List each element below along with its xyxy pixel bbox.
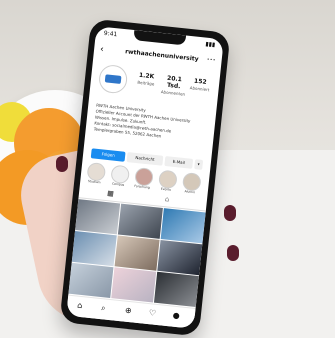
more-button: ▾	[194, 159, 204, 170]
post-grid	[68, 199, 206, 308]
profile-handle: rwthaachenuniversity	[124, 48, 199, 63]
post-tile	[114, 235, 160, 271]
search-icon: ⌕	[100, 303, 107, 313]
highlight-label: Studium	[87, 179, 101, 185]
highlight-label: Events	[160, 186, 172, 192]
post-tile	[75, 199, 121, 235]
nail	[224, 205, 236, 221]
post-tile	[111, 267, 157, 303]
post-tile	[157, 239, 203, 276]
profile-icon: ●	[172, 310, 181, 321]
logo-mark	[104, 74, 122, 84]
profile-avatar	[97, 63, 129, 95]
back-icon: ‹	[99, 44, 105, 55]
grid-icon: ▦	[106, 189, 115, 198]
follow-button: Folgen	[90, 148, 126, 162]
tagged-icon: ⌂	[164, 195, 170, 204]
more-icon: ⋯	[206, 54, 217, 66]
nail	[56, 156, 68, 172]
highlight-label: Forschung	[134, 183, 150, 190]
add-icon: ⊕	[124, 305, 133, 316]
post-tile	[117, 203, 163, 239]
status-signal: ▮▮▮	[205, 40, 216, 49]
photo: 9:41 ▮▮▮ ‹ rwthaachenuniversity ⋯ 1.2K B…	[0, 0, 335, 338]
highlight-label: Campus	[111, 181, 125, 187]
status-time: 9:41	[103, 29, 118, 39]
home-icon: ⌂	[76, 300, 83, 311]
nail	[227, 245, 239, 261]
stat-followers: 20.1 Tsd. Abonnenten	[160, 74, 188, 97]
post-tile	[153, 271, 199, 308]
highlight-label: Alumni	[184, 189, 196, 195]
post-tile	[68, 262, 114, 299]
email-button: E-Mail	[164, 156, 194, 169]
post-tile	[160, 208, 206, 244]
post-tile	[71, 230, 117, 267]
stat-posts: 1.2K Beiträge	[133, 71, 160, 87]
stat-value: 20.1 Tsd.	[166, 74, 183, 91]
heart-icon: ♡	[148, 308, 157, 318]
stat-following: 152 Abonniert	[186, 77, 213, 93]
phone-screen: 9:41 ▮▮▮ ‹ rwthaachenuniversity ⋯ 1.2K B…	[66, 26, 224, 329]
